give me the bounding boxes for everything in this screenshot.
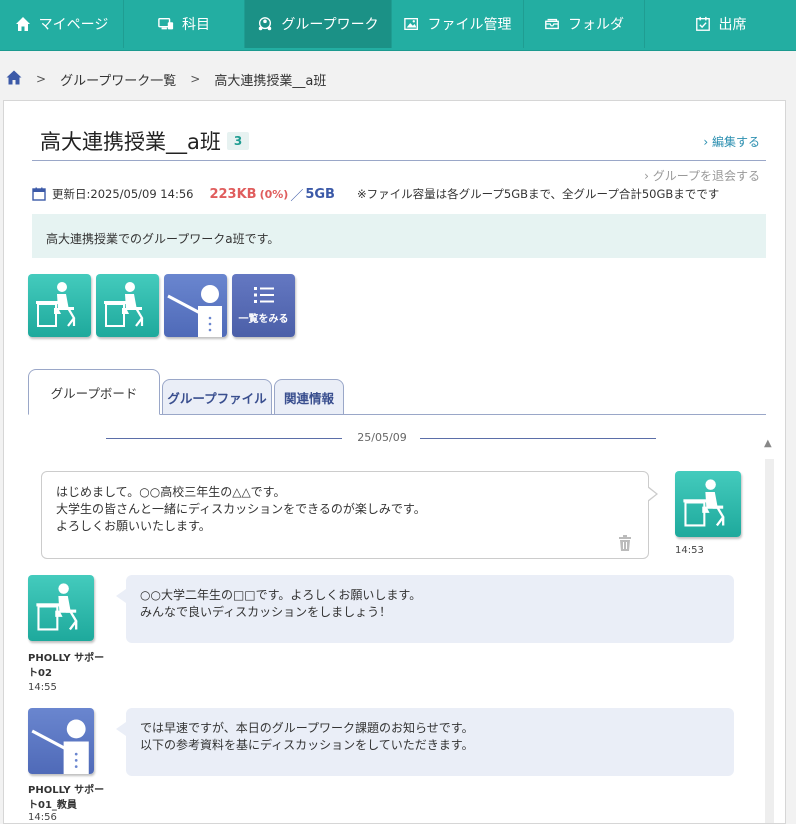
divider-line <box>420 438 656 439</box>
bubble-tail <box>116 722 126 736</box>
message-line: 大学生の皆さんと一緒にディスカッションをできるのが楽しみです。 <box>56 502 426 516</box>
member-avatar[interactable] <box>96 274 159 337</box>
tab-group-board[interactable]: グループボード <box>28 369 160 415</box>
meta-row: 更新日:2025/05/09 14:56 223KB (0%) ／ 5GB ※フ… <box>32 185 720 204</box>
storage-note: ※ファイル容量は各グループ5GBまで、全グループ合計50GBまでです <box>356 187 720 201</box>
storage-used-percent: (0%) <box>259 187 289 201</box>
file-icon <box>403 16 420 32</box>
nav-item-subject[interactable]: 科目 <box>124 0 245 48</box>
member-avatar[interactable] <box>28 274 91 337</box>
calendar-icon <box>32 187 46 201</box>
edit-link[interactable]: › 編集する <box>703 133 760 150</box>
sender-name: PHOLLY サポート02 <box>28 653 105 679</box>
board-scrollbar[interactable]: ▲ <box>762 434 776 823</box>
breadcrumb: > グループワーク一覧 > 高大連携授業__a班 <box>0 62 796 96</box>
tab-bar: グループボード グループファイル 関連情報 <box>28 369 766 415</box>
message-line: はじめまして。○○高校三年生の△△です。 <box>56 485 286 499</box>
avatar <box>675 471 741 537</box>
nav-item-label: 出席 <box>718 17 747 33</box>
bubble-tail <box>116 589 126 603</box>
tab-related-info[interactable]: 関連情報 <box>274 379 344 415</box>
message-bubble-own: はじめまして。○○高校三年生の△△です。 大学生の皆さんと一緒にディスカッション… <box>41 471 658 559</box>
leave-group-link[interactable]: › グループを退会する <box>644 167 760 184</box>
message-line: よろしくお願いいたします。 <box>56 519 211 533</box>
avatar <box>28 575 94 641</box>
chevron-right-icon: › <box>703 135 709 149</box>
breadcrumb-current: 高大連携授業__a班 <box>214 73 327 89</box>
storage-separator: ／ <box>290 188 304 204</box>
message-line: ○○大学二年生の□□です。よろしくお願いします。 <box>140 588 422 602</box>
date-divider: 25/05/09 <box>106 431 656 444</box>
student-icon <box>36 583 78 631</box>
home-icon <box>15 16 31 32</box>
divider-line <box>106 438 342 439</box>
subject-icon <box>158 16 174 32</box>
folder-icon <box>544 16 560 32</box>
nav-item-label: 科目 <box>182 17 210 33</box>
storage-capacity: 5GB <box>305 186 335 202</box>
member-avatar[interactable] <box>164 274 227 337</box>
updated-date: 更新日:2025/05/09 14:56 <box>52 187 194 201</box>
member-list: 一覧をみる <box>28 274 295 337</box>
bubble-tail <box>647 487 656 501</box>
student-icon <box>683 479 725 527</box>
nav-item-label: マイページ <box>38 17 109 33</box>
teacher-icon <box>31 719 89 774</box>
message-bubble: ○○大学二年生の□□です。よろしくお願いします。 みんなで良いディスカッションを… <box>116 575 734 643</box>
message-line: 以下の参考資料を基にディスカッションをしていただきます。 <box>140 738 474 752</box>
leave-label: グループを退会する <box>652 169 760 183</box>
nav-item-attendance[interactable]: 出席 <box>645 0 796 48</box>
nav-item-label: ファイル管理 <box>427 17 512 33</box>
top-nav: マイページ 科目 グループワーク ファイル管理 フォルダ 出席 <box>0 0 796 51</box>
group-panel: 高大連携授業__a班 3 › 編集する › グループを退会する 更新日:2025… <box>3 100 786 824</box>
date-label: 25/05/09 <box>352 431 412 444</box>
teacher-icon <box>167 285 222 337</box>
trash-icon[interactable] <box>618 535 632 551</box>
home-icon[interactable] <box>6 70 22 89</box>
student-icon <box>104 282 144 327</box>
avatar <box>28 708 94 774</box>
message-line: みんなで良いディスカッションをしましょう！ <box>140 605 392 619</box>
nav-item-mypage[interactable]: マイページ <box>0 0 124 48</box>
group-icon <box>257 16 273 32</box>
title-row: 高大連携授業__a班 3 › 編集する <box>32 121 766 161</box>
scroll-up-icon[interactable]: ▲ <box>764 438 772 449</box>
message-bubble: では早速ですが、本日のグループワーク課題のお知らせです。 以下の参考資料を基にデ… <box>116 708 734 776</box>
chevron-right-icon: › <box>644 169 649 183</box>
list-icon <box>253 287 274 303</box>
message-time: 14:53 <box>675 545 704 556</box>
message-time: 14:56 <box>28 812 57 823</box>
nav-item-label: グループワーク <box>281 17 379 33</box>
group-description: 高大連携授業でのグループワークa班です。 <box>32 214 766 258</box>
breadcrumb-groupwork-list[interactable]: グループワーク一覧 <box>60 70 176 89</box>
view-all-label: 一覧をみる <box>238 314 289 325</box>
nav-item-folder[interactable]: フォルダ <box>524 0 645 48</box>
student-icon <box>36 282 76 327</box>
view-all-members-button[interactable]: 一覧をみる <box>232 274 295 337</box>
sender-name: PHOLLY サポート01_教員 <box>28 785 105 811</box>
member-count-badge: 3 <box>226 131 250 150</box>
nav-item-files[interactable]: ファイル管理 <box>392 0 524 48</box>
message-time: 14:55 <box>28 682 57 693</box>
attendance-icon <box>695 16 711 32</box>
storage-used: 223KB <box>209 186 257 202</box>
tab-group-files[interactable]: グループファイル <box>162 379 272 415</box>
edit-label: 編集する <box>711 135 760 149</box>
scroll-track[interactable] <box>765 459 774 823</box>
nav-item-groupwork[interactable]: グループワーク <box>245 0 392 48</box>
nav-item-label: フォルダ <box>568 17 624 33</box>
chevron-right-icon: > <box>190 72 201 86</box>
page-title: 高大連携授業__a班 <box>40 129 221 154</box>
message-line: では早速ですが、本日のグループワーク課題のお知らせです。 <box>140 721 474 735</box>
chevron-right-icon: > <box>36 72 47 86</box>
